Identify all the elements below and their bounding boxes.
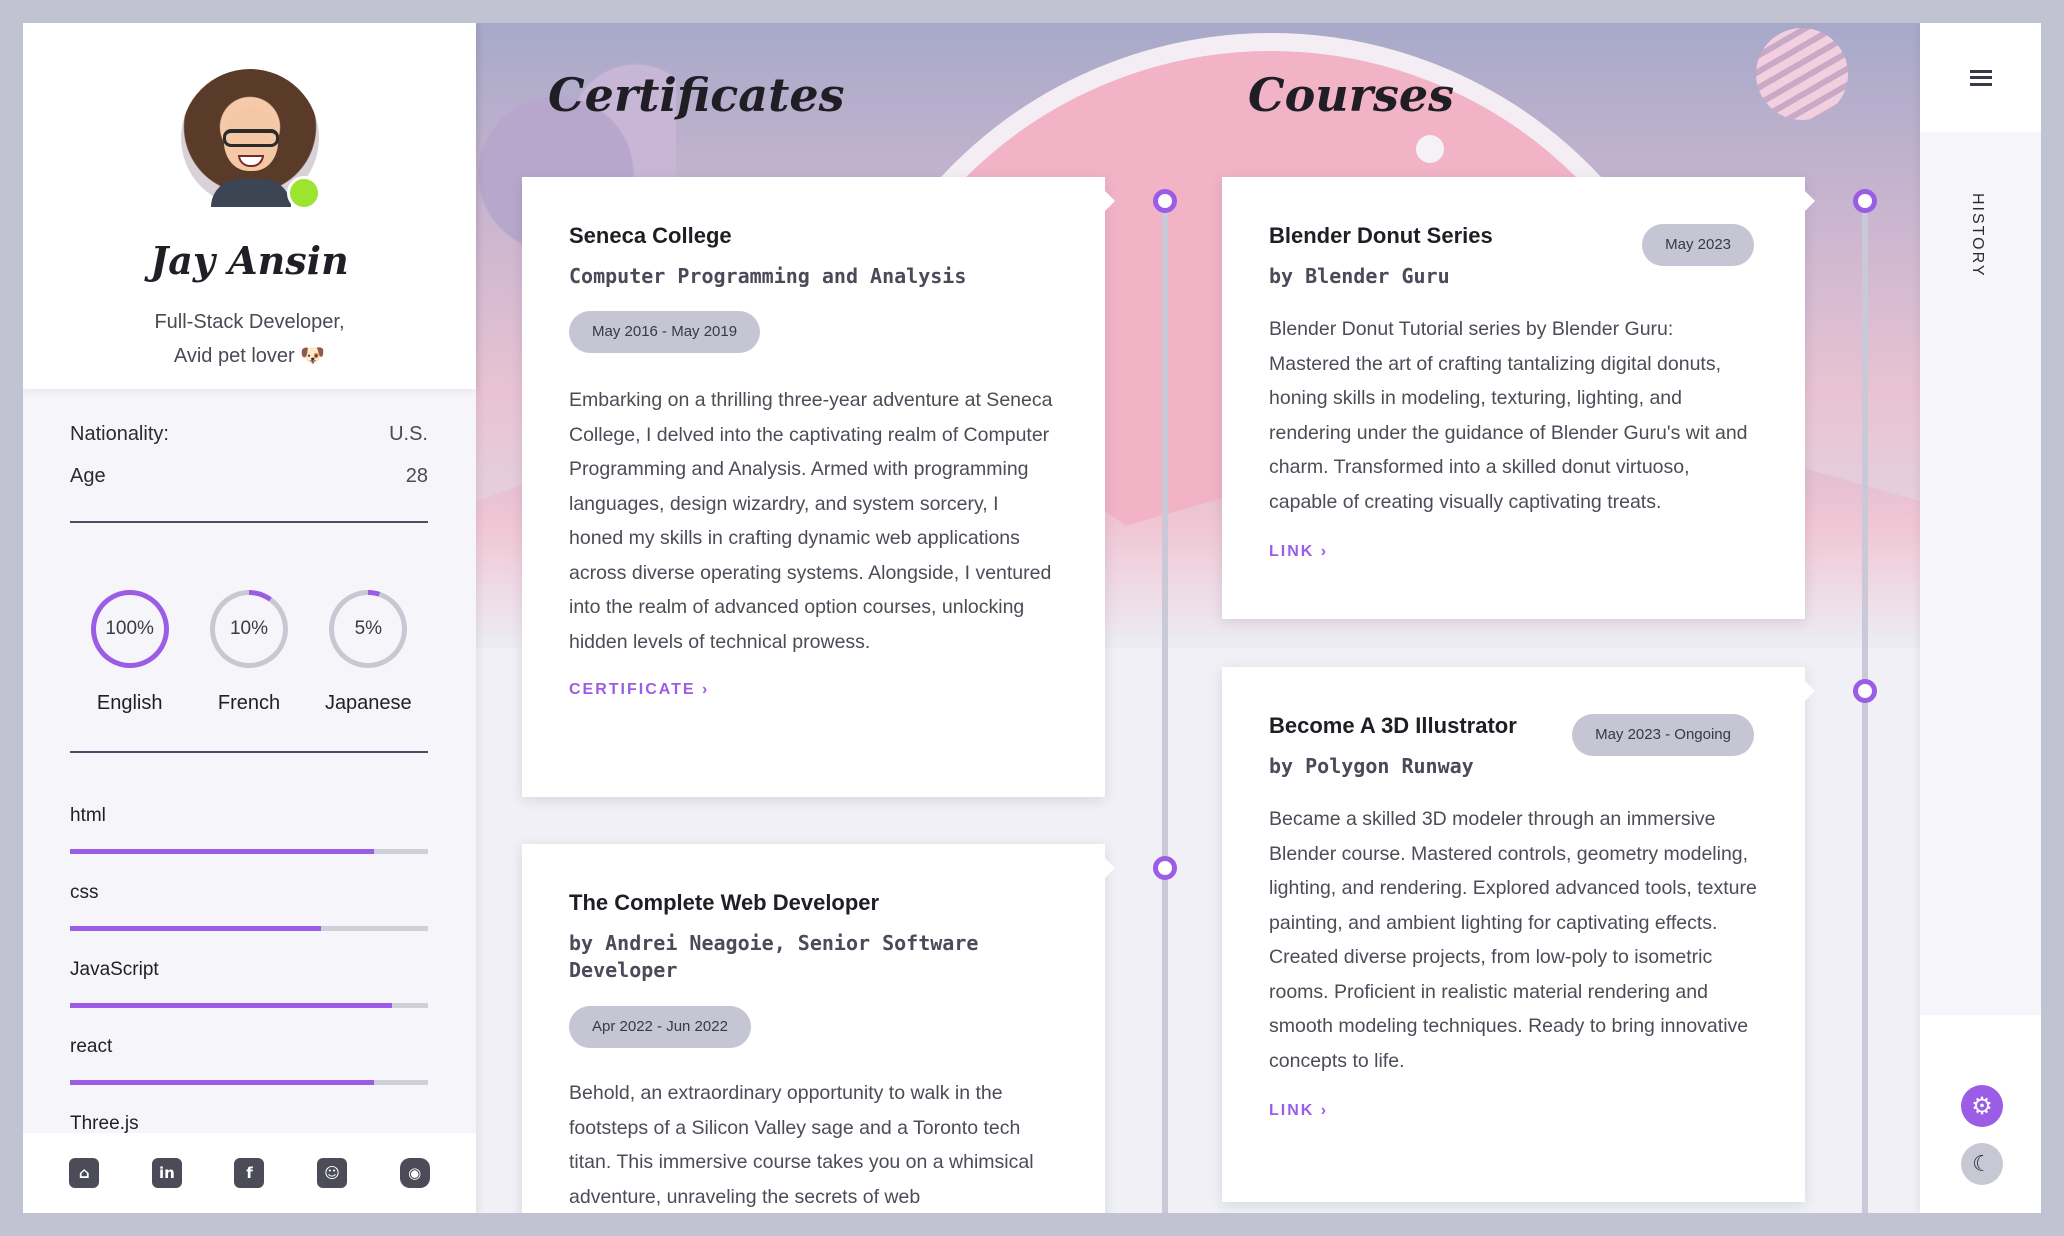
skill-react: react	[70, 1024, 428, 1101]
planet-icon	[1756, 28, 1848, 120]
snapchat-icon[interactable]: ☺	[317, 1158, 348, 1188]
skill-css: css	[70, 870, 428, 947]
card-subtitle: by Blender Guru	[1269, 264, 1450, 288]
skill-javascript: JavaScript	[70, 947, 428, 1024]
language-percent: 10%	[214, 595, 283, 663]
social-links: ⌂ in f ☺ ◉	[23, 1133, 476, 1213]
gear-icon[interactable]: ⚙	[1961, 1085, 2003, 1127]
card-body: Became a skilled 3D modeler through an i…	[1269, 808, 1757, 1072]
info-row-age: Age 28	[70, 465, 428, 507]
skill-bar-fill	[70, 926, 321, 931]
language-french: 10% French	[189, 568, 308, 715]
history-tab[interactable]: HISTORY	[1968, 193, 1986, 278]
linkedin-icon[interactable]: in	[151, 1158, 182, 1188]
date-badge: May 2023 - Ongoing	[1572, 714, 1754, 756]
card-title: The Complete Web Developer	[569, 890, 880, 915]
course-link[interactable]: LINK ›	[1269, 1102, 1758, 1120]
skill-name: html	[70, 805, 106, 826]
role-line-1: Full-Stack Developer,	[154, 311, 345, 333]
skill-name: JavaScript	[70, 959, 159, 980]
divider	[70, 521, 428, 523]
card-body: Embarking on a thrilling three-year adve…	[569, 389, 1053, 653]
skill-bar	[70, 1080, 428, 1085]
menu-button[interactable]	[1920, 23, 2041, 132]
courses-timeline	[1862, 198, 1868, 1213]
skill-name: react	[70, 1036, 113, 1057]
discord-icon[interactable]: ◉	[399, 1158, 430, 1188]
skill-bar-fill	[70, 849, 375, 854]
language-name: English	[96, 692, 163, 714]
hamburger-menu-icon[interactable]	[1969, 69, 1992, 86]
facebook-icon[interactable]: f	[234, 1158, 265, 1188]
card-subtitle: by Polygon Runway	[1269, 754, 1474, 778]
language-ring: 100%	[90, 590, 169, 668]
info-label: Nationality:	[70, 423, 169, 445]
skill-bar-fill	[70, 1003, 393, 1008]
skill-bar	[70, 1003, 428, 1008]
language-percent: 100%	[95, 595, 164, 663]
card-body: Blender Donut Tutorial series by Blender…	[1269, 318, 1748, 513]
certificate-link[interactable]: CERTIFICATE ›	[569, 681, 1058, 699]
card-body: Behold, an extraordinary opportunity to …	[569, 1082, 1034, 1208]
info-label: Age	[70, 465, 106, 487]
profile-role: Full-Stack Developer, Avid pet lover 🐶	[23, 305, 476, 373]
skill-bar-fill	[70, 1080, 375, 1085]
role-line-2: Avid pet lover 🐶	[173, 345, 326, 367]
date-badge: May 2016 - May 2019	[569, 311, 761, 353]
timeline-dot	[1853, 189, 1877, 213]
rail-controls: ⚙ ☾	[1920, 1015, 2041, 1213]
certificate-card: The Complete Web Developer by Andrei Nea…	[522, 844, 1115, 1213]
history-main: Certificates Courses Seneca College Comp…	[476, 23, 1920, 1213]
skill-html: html	[70, 793, 428, 870]
certificate-card: Seneca College Computer Programming and …	[522, 177, 1115, 797]
right-rail: HISTORY ⚙ ☾	[1920, 23, 2041, 1213]
skill-name: css	[70, 882, 99, 903]
moon-icon[interactable]: ☾	[1961, 1143, 2003, 1185]
timeline-dot	[1153, 189, 1177, 213]
course-card: Blender Donut Series May 2023 by Blender…	[1222, 177, 1815, 619]
profile-card: Jay Ansin Full-Stack Developer, Avid pet…	[23, 23, 476, 389]
courses-heading: Courses	[1248, 68, 1455, 122]
online-status-icon	[287, 176, 321, 210]
card-title: Seneca College	[569, 223, 732, 248]
language-name: Japanese	[324, 692, 412, 714]
language-ring: 10%	[209, 590, 288, 668]
info-row-nationality: Nationality: U.S.	[70, 423, 428, 465]
language-japanese: 5% Japanese	[309, 568, 428, 715]
language-name: French	[217, 692, 281, 714]
skill-bar	[70, 849, 428, 854]
app-frame: Jay Ansin Full-Stack Developer, Avid pet…	[23, 23, 2041, 1213]
language-percent: 5%	[334, 595, 403, 663]
skill-name: Three.js	[70, 1113, 139, 1134]
card-subtitle: Computer Programming and Analysis	[569, 264, 967, 288]
info-list: Nationality: U.S. Age 28	[70, 423, 428, 507]
language-list: 100% English 10% French 5% Japanese	[70, 568, 428, 715]
divider	[70, 751, 428, 753]
date-badge: Apr 2022 - Jun 2022	[569, 1006, 751, 1048]
skill-list: html css JavaScript react Three.js	[70, 793, 428, 1178]
info-value: U.S.	[389, 423, 428, 445]
language-ring: 5%	[329, 590, 408, 668]
timeline-dot	[1153, 856, 1177, 880]
sidebar: Jay Ansin Full-Stack Developer, Avid pet…	[23, 23, 476, 1213]
course-link[interactable]: LINK ›	[1269, 543, 1758, 561]
info-value: 28	[405, 465, 428, 487]
timeline-dot	[1853, 679, 1877, 703]
card-subtitle: by Andrei Neagoie, Senior Software Devel…	[569, 931, 979, 982]
profile-name: Jay Ansin	[150, 238, 349, 283]
date-badge: May 2023	[1642, 224, 1754, 266]
github-icon[interactable]: ⌂	[69, 1158, 100, 1188]
certificates-timeline	[1162, 198, 1168, 1213]
moon-decoration	[1416, 135, 1444, 163]
skill-bar	[70, 926, 428, 931]
certificates-heading: Certificates	[548, 68, 845, 122]
language-english: 100% English	[70, 568, 189, 715]
course-card: Become A 3D Illustrator May 2023 - Ongoi…	[1222, 667, 1815, 1202]
